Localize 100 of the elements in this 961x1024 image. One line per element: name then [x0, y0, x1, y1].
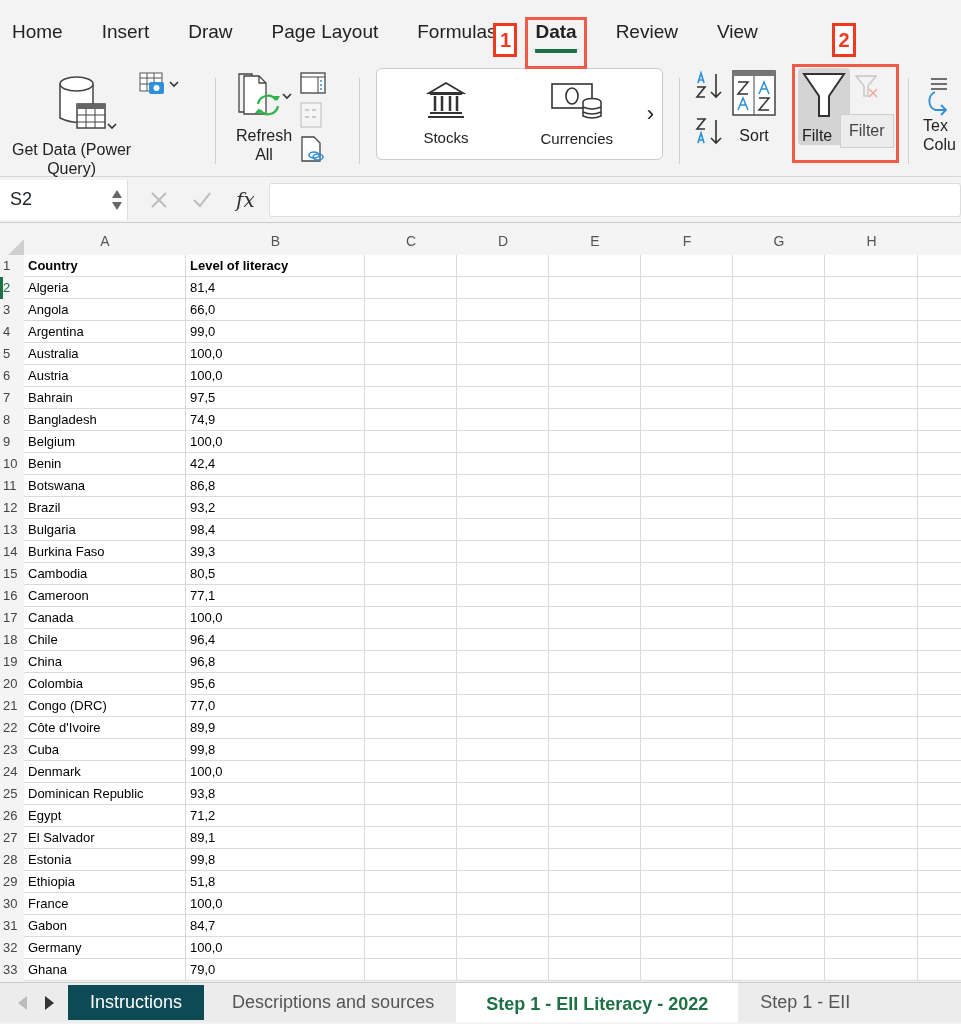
- row-header[interactable]: 28: [0, 849, 24, 871]
- table-cell-text: 100,0: [189, 609, 224, 627]
- tooltip: Filter: [840, 114, 894, 148]
- row-header[interactable]: 6: [0, 365, 24, 387]
- table-cell-text: 98,4: [189, 521, 217, 539]
- refresh-all-button[interactable]: Refresh All: [236, 72, 293, 165]
- row-header[interactable]: 23: [0, 739, 24, 761]
- table-cell-text: Denmark: [27, 763, 82, 781]
- table-cell-text: Bulgaria: [27, 521, 77, 539]
- row-header[interactable]: 9: [0, 431, 24, 453]
- column-header[interactable]: D: [457, 227, 549, 255]
- row-header[interactable]: 20: [0, 673, 24, 695]
- table-cell-text: Cambodia: [27, 565, 89, 583]
- table-cell-text: 93,8: [189, 785, 217, 803]
- table-cell-text: Argentina: [27, 323, 85, 341]
- ribbon-tab[interactable]: Insert: [101, 12, 150, 49]
- table-cell-text: Ethiopia: [27, 873, 76, 891]
- table-cell-text: El Salvador: [27, 829, 96, 847]
- sort-descending-icon[interactable]: [694, 116, 724, 146]
- table-cell-text: 97,5: [189, 389, 217, 407]
- row-header[interactable]: 26: [0, 805, 24, 827]
- row-header[interactable]: 17: [0, 607, 24, 629]
- column-header[interactable]: F: [641, 227, 733, 255]
- sort-ascending-icon[interactable]: [694, 70, 724, 100]
- row-header[interactable]: 8: [0, 409, 24, 431]
- sheet-tab[interactable]: Descriptions and sources: [210, 983, 457, 1022]
- table-cell-text: 99,0: [189, 323, 217, 341]
- row-header[interactable]: 32: [0, 937, 24, 959]
- data-type-button[interactable]: Currencies: [506, 80, 647, 148]
- get-data-button[interactable]: Get Data (Power Query): [12, 74, 132, 179]
- ribbon-tab[interactable]: Home: [12, 12, 63, 49]
- row-header[interactable]: 22: [0, 717, 24, 739]
- row-header[interactable]: 30: [0, 893, 24, 915]
- table-cell-text: 89,9: [189, 719, 217, 737]
- filter-button[interactable]: Filte: [798, 68, 850, 146]
- column-header[interactable]: E: [549, 227, 641, 255]
- row-header[interactable]: 19: [0, 651, 24, 673]
- row-header[interactable]: 11: [0, 475, 24, 497]
- table-cell-text: 51,8: [189, 873, 217, 891]
- row-header[interactable]: 29: [0, 871, 24, 893]
- table-cell-text: Brazil: [27, 499, 62, 517]
- linked-document-icon[interactable]: [300, 136, 325, 162]
- table-cell-text: Cuba: [27, 741, 61, 759]
- row-header[interactable]: 16: [0, 585, 24, 607]
- row-header[interactable]: 31: [0, 915, 24, 937]
- table-cell-text: Bahrain: [27, 389, 74, 407]
- row-header[interactable]: 25: [0, 783, 24, 805]
- next-icon[interactable]: [44, 994, 56, 1011]
- row-header[interactable]: 27: [0, 827, 24, 849]
- row-header[interactable]: 18: [0, 629, 24, 651]
- name-box[interactable]: S2: [0, 179, 128, 220]
- function-button[interactable]: fx: [236, 184, 255, 215]
- column-header[interactable]: G: [733, 227, 825, 255]
- column-header[interactable]: H: [825, 227, 918, 255]
- sheet-tab[interactable]: Step 1 - EII Literacy - 2022: [456, 983, 739, 1022]
- formula-input[interactable]: [268, 182, 961, 217]
- text-to-columns-button[interactable]: Tex Colu: [923, 76, 956, 155]
- database-icon: [56, 74, 107, 130]
- ribbon-tab[interactable]: Review: [615, 12, 678, 49]
- sort-button[interactable]: Sort: [732, 70, 776, 146]
- row-header[interactable]: 7: [0, 387, 24, 409]
- row-header[interactable]: 33: [0, 959, 24, 981]
- row-header[interactable]: 10: [0, 453, 24, 475]
- panel-icon[interactable]: [300, 72, 327, 94]
- caret-icon[interactable]: [169, 80, 180, 88]
- table-cell-text: China: [27, 653, 63, 671]
- table-cell-text: Chile: [27, 631, 59, 649]
- sheet-tab[interactable]: Instructions: [68, 985, 205, 1020]
- row-header[interactable]: 24: [0, 761, 24, 783]
- row-header[interactable]: 3: [0, 299, 24, 321]
- table-cell-text: Egypt: [27, 807, 63, 825]
- row-header[interactable]: 13: [0, 519, 24, 541]
- row-header[interactable]: 15: [0, 563, 24, 585]
- table-cell-text: 66,0: [189, 301, 217, 319]
- table-cell-text: Côte d'Ivoire: [27, 719, 102, 737]
- data-type-button[interactable]: Stocks: [385, 81, 507, 147]
- row-header[interactable]: 4: [0, 321, 24, 343]
- row-header[interactable]: 5: [0, 343, 24, 365]
- column-header[interactable]: B: [186, 227, 365, 255]
- check-icon[interactable]: [192, 190, 212, 209]
- next-button[interactable]: ›: [646, 100, 654, 128]
- table-cell-text: 99,8: [189, 851, 217, 869]
- row-header[interactable]: 21: [0, 695, 24, 717]
- column-header[interactable]: A: [24, 227, 186, 255]
- table-cell-text: 95,6: [189, 675, 217, 693]
- row-header[interactable]: 14: [0, 541, 24, 563]
- caret-icon[interactable]: [282, 92, 292, 100]
- ribbon-tab[interactable]: View: [716, 12, 758, 49]
- ribbon-tab[interactable]: Data: [535, 12, 577, 53]
- ribbon-tab[interactable]: Draw: [188, 12, 233, 49]
- sheet-tab[interactable]: Step 1 - EII: [738, 983, 873, 1022]
- table-camera-button[interactable]: [139, 72, 180, 96]
- caret-icon[interactable]: [106, 123, 117, 130]
- row-header[interactable]: 12: [0, 497, 24, 519]
- table-cell-text: 81,4: [189, 279, 217, 297]
- table-cell-text: Bangladesh: [27, 411, 98, 429]
- ribbon-tab[interactable]: Page Layout: [271, 12, 379, 49]
- row-header[interactable]: 1: [0, 255, 24, 277]
- row-header[interactable]: 2: [0, 277, 24, 299]
- column-header[interactable]: C: [365, 227, 457, 255]
